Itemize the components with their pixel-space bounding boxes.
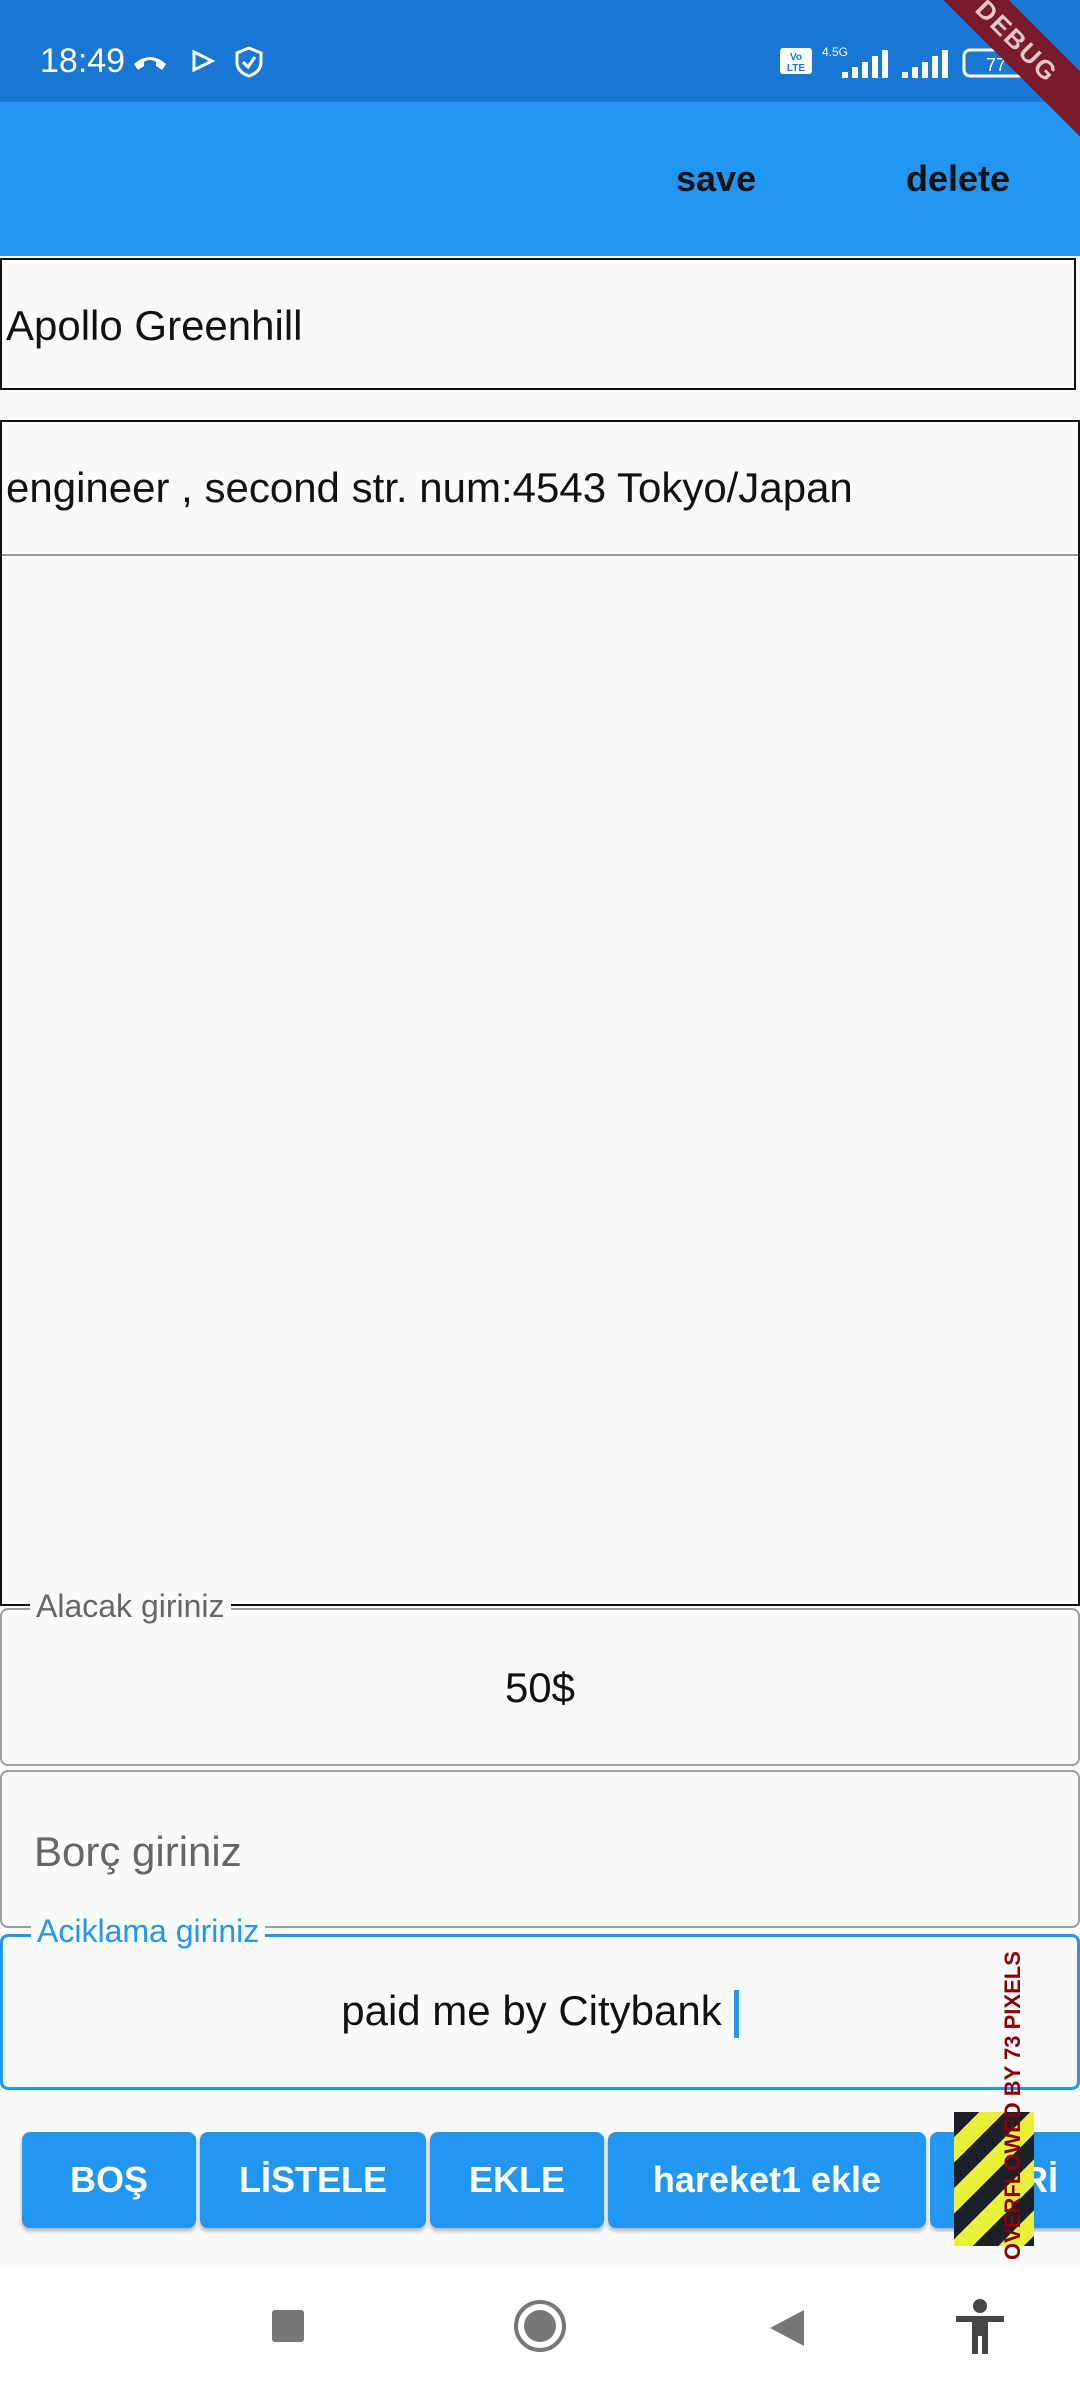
aciklama-value: paid me by Citybank [341,1987,722,2034]
accessibility-icon[interactable] [952,2298,1008,2358]
aciklama-value-row: paid me by Citybank [3,1987,1077,2038]
save-button[interactable]: save [676,158,756,200]
back-triangle-icon[interactable] [766,2308,806,2348]
signal-4g-icon: 4.5G [822,46,888,78]
recents-square-icon[interactable] [270,2308,306,2344]
app-bar: save delete [0,102,1080,256]
battery-icon: 77 [962,48,1033,78]
alacak-label: Alacak giriniz [30,1588,231,1625]
volte-icon: Vo LTE [780,48,812,74]
bos-button[interactable]: BOŞ [22,2132,196,2228]
aciklama-field[interactable]: Aciklama giriniz paid me by Citybank [0,1913,1080,2090]
call-forward-icon [134,57,166,70]
status-bar: 18:49 Vo LTE 4.5G 77 [0,0,1080,102]
listele-button[interactable]: LİSTELE [200,2132,426,2228]
alacak-field[interactable]: Alacak giriniz 50$ [0,1588,1080,1766]
battery-level: 77 [986,55,1006,75]
status-time: 18:49 [40,42,126,80]
notes-field[interactable]: engineer , second str. num:4543 Tokyo/Ja… [0,420,1080,1606]
play-icon [192,49,216,73]
aciklama-label: Aciklama giriniz [31,1913,266,1950]
home-circle-icon[interactable] [512,2298,568,2354]
hareket1-ekle-button[interactable]: hareket1 ekle [608,2132,926,2228]
nav-bar [0,2268,1080,2400]
borc-placeholder: Borç giriniz [34,1828,242,1875]
overflow-warning: OVERFLOWED BY 73 PIXELS [1000,1951,1025,2260]
signal-icon [902,50,948,78]
divider [2,554,1078,556]
svg-text:Vo: Vo [790,52,802,63]
borc-field[interactable]: Borç giriniz [0,1770,1080,1928]
text-cursor [733,1989,739,2038]
ekle-button[interactable]: EKLE [430,2132,604,2228]
svg-text:LTE: LTE [787,63,805,74]
delete-button[interactable]: delete [906,158,1010,200]
notes-text: engineer , second str. num:4543 Tokyo/Ja… [6,464,853,511]
shield-icon [235,46,263,78]
name-field[interactable]: Apollo Greenhill [0,258,1076,390]
alacak-value: 50$ [504,1664,576,1711]
svg-text:4.5G: 4.5G [822,46,848,59]
